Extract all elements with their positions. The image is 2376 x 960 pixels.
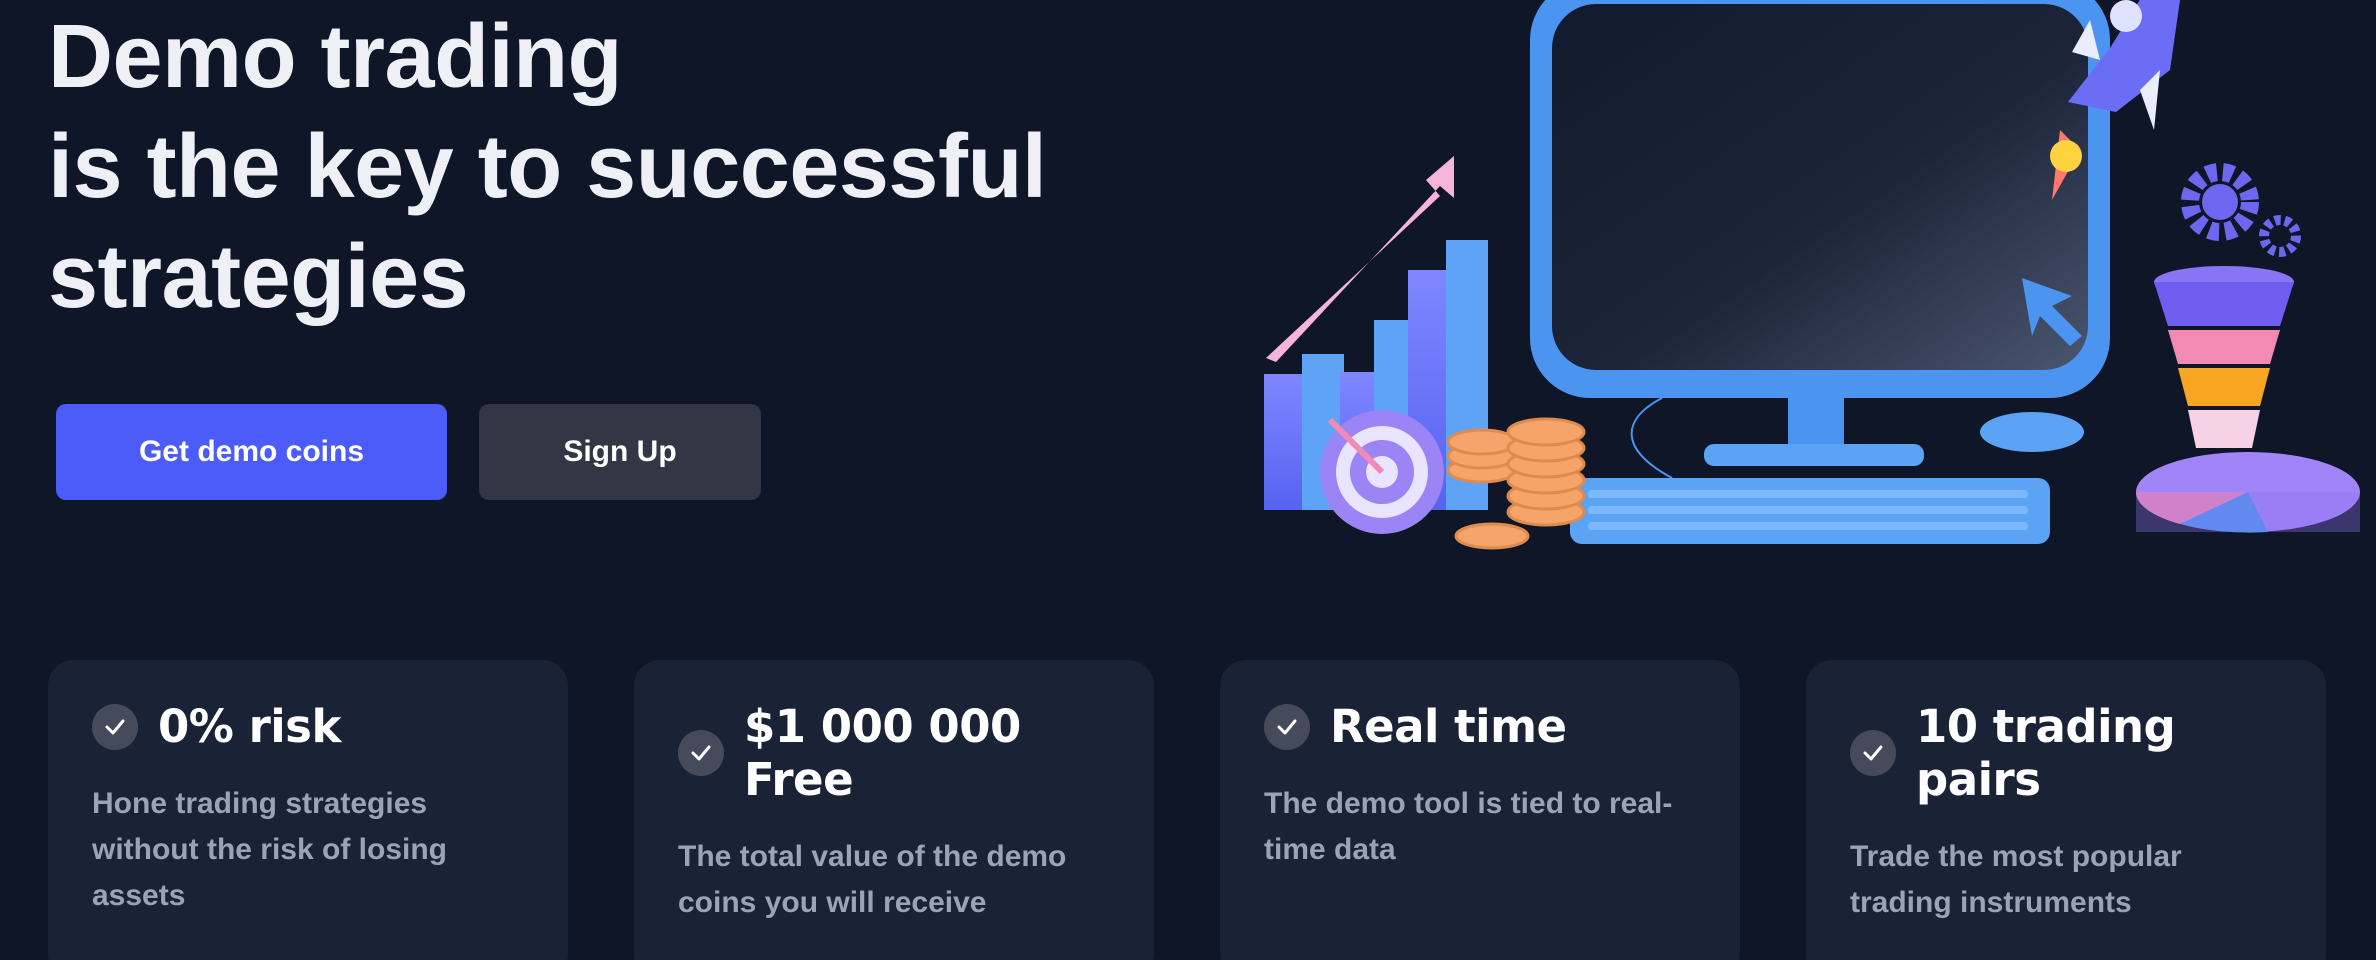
target-icon: [1320, 410, 1444, 534]
feature-title: Real time: [1330, 700, 1567, 753]
feature-card-header: 0% risk: [92, 700, 524, 753]
feature-description: The total value of the demo coins you wi…: [678, 840, 1067, 919]
sign-up-button[interactable]: Sign Up: [479, 404, 761, 500]
get-demo-coins-button[interactable]: Get demo coins: [56, 404, 447, 500]
feature-description: Trade the most popular trading instrumen…: [1850, 840, 2182, 919]
feature-title: 0% risk: [158, 700, 341, 753]
keyboard-icon: [1570, 478, 2050, 544]
feature-card-header: Real time: [1264, 700, 1696, 753]
hero-title-line-2: is the key to successful: [48, 117, 1047, 217]
feature-card-real-time: Real time The demo tool is tied to real-…: [1220, 660, 1740, 960]
check-icon: [92, 703, 138, 750]
feature-title: 10 trading pairs: [1916, 700, 2176, 806]
hero-title: Demo trading is the key to successful st…: [48, 2, 1047, 332]
hero-title-line-1: Demo trading: [48, 7, 623, 107]
check-icon: [1850, 730, 1896, 776]
hero-title-line-3: strategies: [48, 227, 469, 327]
check-icon: [678, 730, 724, 776]
features-row: 0% risk Hone trading strategies without …: [48, 660, 2326, 960]
feature-card-free-coins: $1 000 000 Free The total value of the d…: [634, 660, 1154, 960]
hero-illustration: [1264, 0, 2360, 550]
feature-card-header: 10 trading pairs: [1850, 700, 2282, 806]
check-icon: [1264, 703, 1310, 750]
pie-chart-icon: [2135, 452, 2360, 533]
feature-description: The demo tool is tied to real-time data: [1264, 787, 1673, 866]
feature-card-header: $1 000 000 Free: [678, 700, 1110, 806]
feature-card-trading-pairs: 10 trading pairs Trade the most popular …: [1806, 660, 2326, 960]
feature-description: Hone trading strategies without the risk…: [92, 787, 447, 912]
gear-icon: [2181, 163, 2301, 257]
funnel-icon: [2154, 266, 2294, 448]
monitor-icon: [1530, 0, 2110, 479]
mouse-icon: [1980, 412, 2084, 452]
feature-card-risk: 0% risk Hone trading strategies without …: [48, 660, 568, 960]
page: Demo trading is the key to successful st…: [0, 0, 2376, 960]
feature-title: $1 000 000 Free: [744, 700, 1021, 806]
